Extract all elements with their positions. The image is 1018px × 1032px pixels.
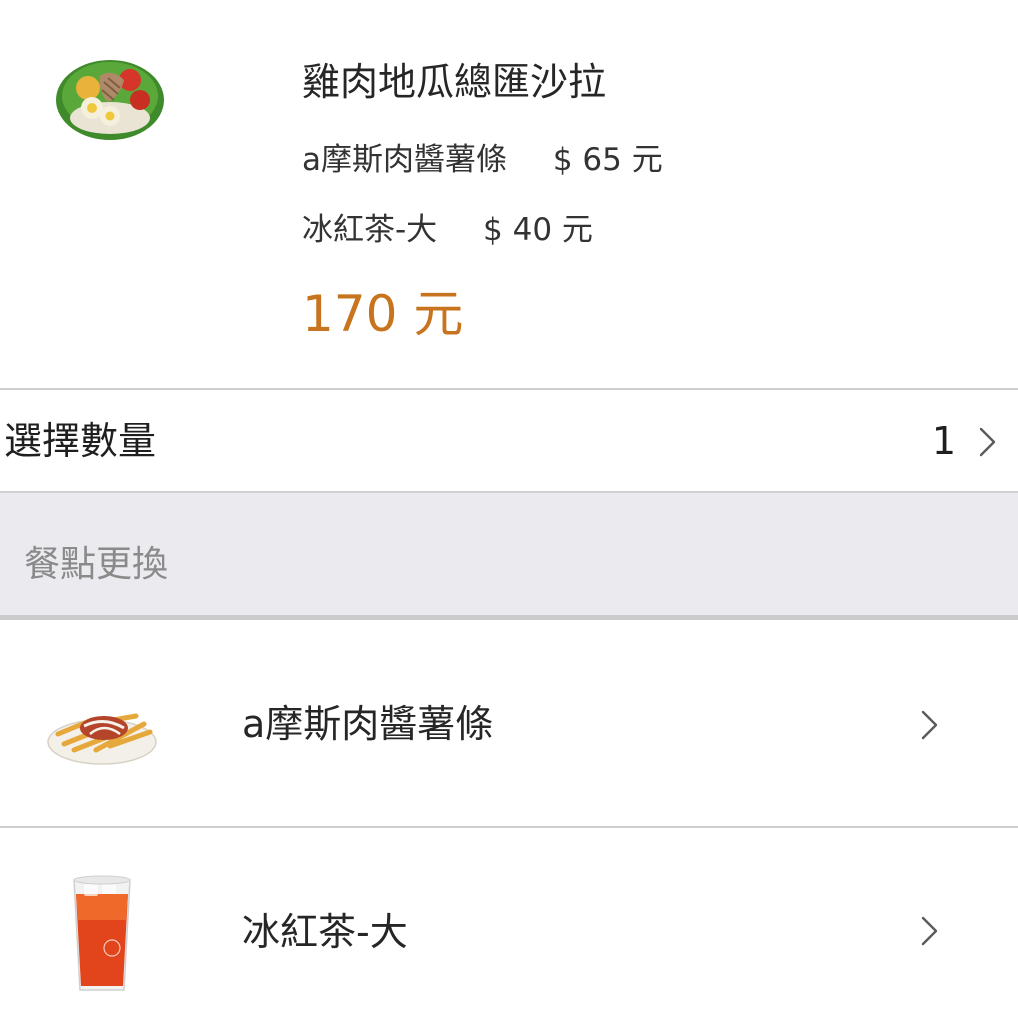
chevron-right-icon bbox=[921, 710, 938, 740]
swap-item-label: 冰紅茶-大 bbox=[242, 910, 408, 954]
swap-item-iced-tea[interactable]: 冰紅茶-大 bbox=[0, 828, 1018, 1032]
divider bbox=[0, 388, 1018, 390]
addon-item: 冰紅茶-大 $ 40 元 bbox=[302, 208, 593, 252]
quantity-value: 1 bbox=[931, 419, 956, 463]
addon-price: $ 40 元 bbox=[483, 212, 593, 248]
addon-price: $ 65 元 bbox=[552, 142, 663, 178]
total-price: 170 元 bbox=[302, 285, 464, 343]
addon-name: a摩斯肉醬薯條 bbox=[302, 142, 507, 178]
chevron-right-icon bbox=[921, 916, 938, 946]
swap-item-fries[interactable]: a摩斯肉醬薯條 bbox=[0, 622, 1018, 826]
swap-section-header: 餐點更換 bbox=[0, 493, 1018, 615]
chevron-right-icon bbox=[979, 427, 996, 457]
addon-item: a摩斯肉醬薯條 $ 65 元 bbox=[302, 138, 663, 182]
section-title: 餐點更換 bbox=[24, 544, 169, 585]
quantity-selector[interactable]: 選擇數量 1 bbox=[0, 391, 1018, 491]
salad-image bbox=[56, 60, 164, 140]
fries-image bbox=[47, 713, 157, 765]
addon-name: 冰紅茶-大 bbox=[302, 212, 438, 248]
product-summary: 雞肉地瓜總匯沙拉 a摩斯肉醬薯條 $ 65 元 冰紅茶-大 $ 40 元 170… bbox=[0, 0, 1018, 388]
divider bbox=[0, 615, 1018, 620]
quantity-label: 選擇數量 bbox=[4, 419, 157, 463]
product-title: 雞肉地瓜總匯沙拉 bbox=[302, 60, 607, 104]
swap-item-label: a摩斯肉醬薯條 bbox=[242, 702, 494, 746]
iced-tea-image bbox=[73, 875, 131, 991]
